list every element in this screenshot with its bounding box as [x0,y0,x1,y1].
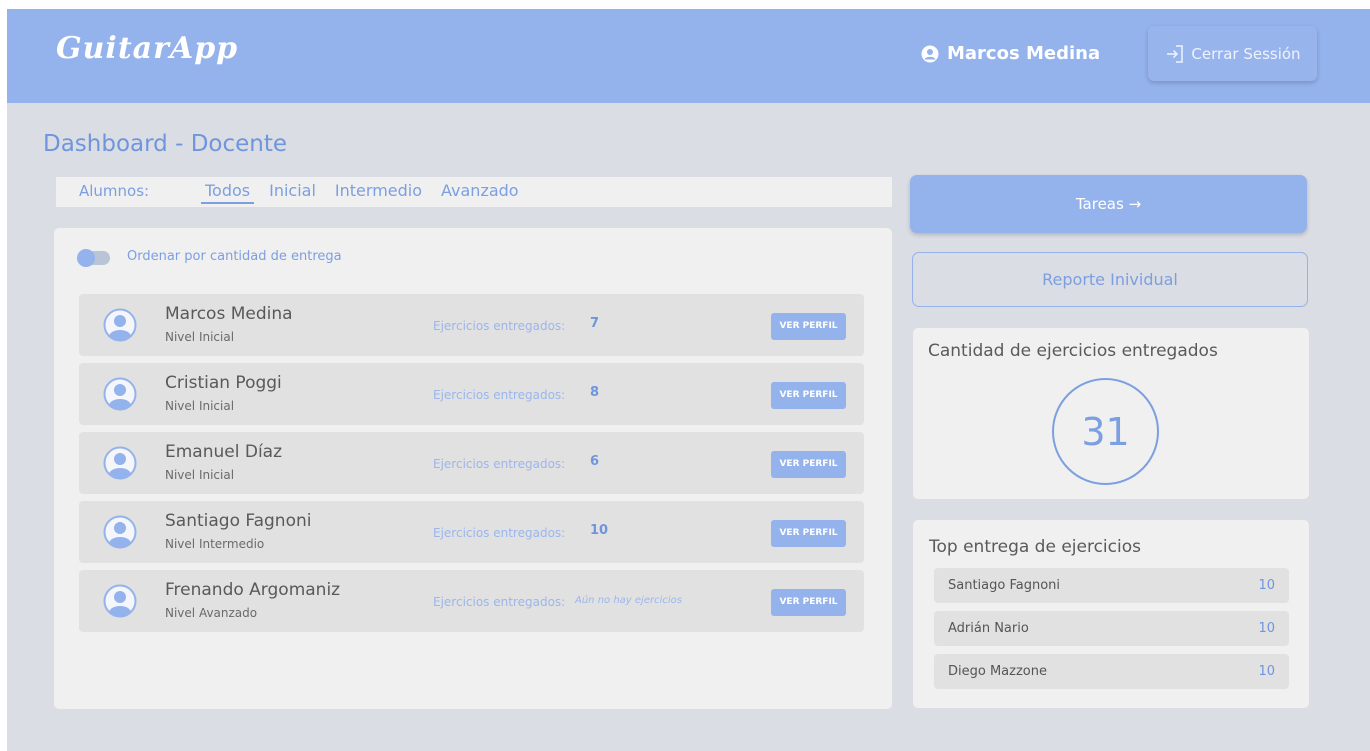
user-circle-icon [921,45,939,62]
avatar-icon [103,584,137,618]
tab-intermedio[interactable]: Intermedio [331,181,426,204]
list-item: Santiago Fagnoni Nivel Intermedio Ejerci… [79,501,864,563]
list-item: Marcos Medina Nivel Inicial Ejercicios e… [79,294,864,356]
view-profile-button[interactable]: VER PERFIL [771,589,846,616]
avatar-icon [103,377,137,411]
top-student-count: 10 [1258,664,1275,679]
student-level: Nivel Avanzado [165,606,258,620]
view-profile-button[interactable]: VER PERFIL [771,451,846,478]
individual-report-button[interactable]: Reporte Inividual [912,252,1308,307]
top-student-name: Santiago Fagnoni [948,578,1061,593]
student-filter-bar: Alumnos: Todos Inicial Intermedio Avanza… [56,177,892,207]
no-exercises-note: Aún no hay ejercicios [575,595,682,606]
avatar-icon [103,446,137,480]
tab-avanzado[interactable]: Avanzado [437,181,523,204]
app-logo[interactable]: GuitarApp [56,31,238,66]
view-profile-button[interactable]: VER PERFIL [771,313,846,340]
list-item: Santiago Fagnoni 10 [934,568,1289,603]
top-header: GuitarApp Marcos Medina Cerrar Sessión [7,9,1370,103]
top-student-count: 10 [1258,621,1275,636]
tab-todos[interactable]: Todos [201,181,255,204]
students-panel: Ordenar por cantidad de entrega Marcos M… [54,228,892,709]
top-student-name: Adrián Nario [948,621,1029,636]
exercises-count: 8 [590,385,600,400]
count-card-title: Cantidad de ejercicios entregados [928,341,1218,361]
page-title: Dashboard - Docente [43,131,288,157]
list-item: Cristian Poggi Nivel Inicial Ejercicios … [79,363,864,425]
sign-in-icon [1167,44,1184,63]
student-name: Santiago Fagnoni [165,511,312,531]
students-list: Marcos Medina Nivel Inicial Ejercicios e… [79,294,864,639]
student-name: Frenando Argomaniz [165,580,341,600]
app-frame: GuitarApp Marcos Medina Cerrar Sessión D… [7,9,1370,751]
list-item: Diego Mazzone 10 [934,654,1289,689]
sort-toggle[interactable] [77,249,110,267]
exercises-label: Ejercicios entregados: [433,595,566,609]
list-item: Emanuel Díaz Nivel Inicial Ejercicios en… [79,432,864,494]
student-level: Nivel Inicial [165,468,235,482]
current-user[interactable]: Marcos Medina [921,43,1100,64]
filter-label: Alumnos: [79,182,150,200]
user-name: Marcos Medina [947,43,1101,64]
top-list: Santiago Fagnoni 10 Adrián Nario 10 Dieg… [934,568,1289,697]
list-item: Adrián Nario 10 [934,611,1289,646]
avatar-icon [103,308,137,342]
tareas-button[interactable]: Tareas → [910,175,1307,233]
exercises-label: Ejercicios entregados: [433,457,566,471]
sort-label: Ordenar por cantidad de entrega [127,249,342,264]
exercises-count: 6 [590,454,600,469]
exercises-count-card: Cantidad de ejercicios entregados 31 [913,328,1309,499]
top-exercises-card: Top entrega de ejercicios Santiago Fagno… [913,520,1309,708]
exercises-label: Ejercicios entregados: [433,319,566,333]
avatar-icon [103,515,137,549]
top-student-name: Diego Mazzone [948,664,1047,679]
student-name: Cristian Poggi [165,373,282,393]
list-item: Frenando Argomaniz Nivel Avanzado Ejerci… [79,570,864,632]
top-student-count: 10 [1258,578,1275,593]
view-profile-button[interactable]: VER PERFIL [771,520,846,547]
exercises-label: Ejercicios entregados: [433,388,566,402]
level-tabs: Todos Inicial Intermedio Avanzado [201,181,534,204]
total-exercises-value: 31 [1052,378,1159,485]
student-name: Emanuel Díaz [165,442,283,462]
student-level: Nivel Inicial [165,330,235,344]
logout-button[interactable]: Cerrar Sessión [1148,26,1317,81]
view-profile-button[interactable]: VER PERFIL [771,382,846,409]
exercises-label: Ejercicios entregados: [433,526,566,540]
exercises-count: 7 [590,316,600,331]
tab-inicial[interactable]: Inicial [265,181,320,204]
top-card-title: Top entrega de ejercicios [929,537,1141,557]
student-level: Nivel Intermedio [165,537,265,551]
student-name: Marcos Medina [165,304,293,324]
student-level: Nivel Inicial [165,399,235,413]
exercises-count: 10 [590,523,609,538]
logout-label: Cerrar Sessión [1191,44,1301,63]
